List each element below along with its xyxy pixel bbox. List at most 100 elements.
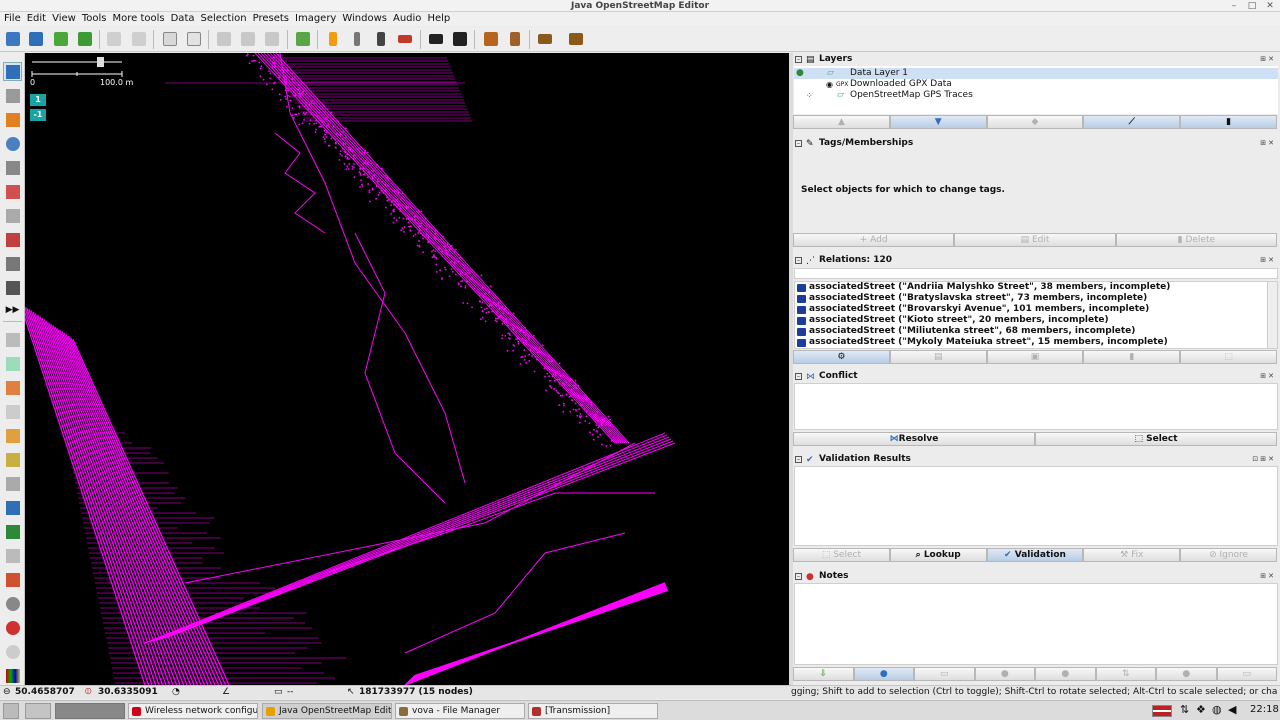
select-conflict-button[interactable]: ⬚ Select <box>1035 432 1277 446</box>
ignore-button[interactable]: ⊘ Ignore <box>1180 548 1277 562</box>
upload-notes-icon[interactable]: ● <box>1156 667 1217 681</box>
filter-toggle-icon[interactable] <box>3 474 22 493</box>
layer-order-badge-up[interactable]: 1 <box>30 94 46 106</box>
duplicate-relation-icon[interactable]: ▣ <box>987 350 1084 364</box>
changeset-icon[interactable] <box>3 594 22 613</box>
collapse-icon[interactable]: – <box>795 373 802 380</box>
validation-select-button[interactable]: ⬚ Select <box>793 548 890 562</box>
simplify-icon[interactable] <box>214 29 234 49</box>
close-icon[interactable]: ✕ <box>1264 0 1276 12</box>
relations-filter-input[interactable] <box>794 268 1278 279</box>
minimize-icon[interactable]: – <box>1228 0 1240 12</box>
relation-item[interactable]: associatedStreet ("Mykoly Mateiuka stree… <box>795 337 1277 348</box>
panel-window-controls-icon[interactable]: ⊞✕ <box>1260 570 1276 583</box>
warning-icon[interactable] <box>481 29 501 49</box>
draw-tool-icon[interactable] <box>3 110 22 129</box>
relation-item[interactable]: associatedStreet ("Brovarskyi Avenue", 1… <box>795 304 1277 315</box>
maximize-icon[interactable]: □ <box>1246 0 1258 12</box>
add-tag-button[interactable]: + Add <box>793 233 954 247</box>
zoom-tool-icon[interactable] <box>3 134 22 153</box>
workspace-switcher[interactable] <box>55 703 125 719</box>
delete-tag-button[interactable]: ▮ Delete <box>1116 233 1277 247</box>
collapse-icon[interactable]: – <box>795 56 802 63</box>
layer-visibility-icon[interactable]: ⟋ <box>1083 115 1180 129</box>
merge-nodes-icon[interactable] <box>238 29 258 49</box>
show-desktop-icon[interactable] <box>25 703 51 719</box>
task-transmission[interactable]: [Transmission] <box>528 703 658 719</box>
resolve-button[interactable]: ⋈Resolve <box>793 432 1035 446</box>
relations-scrollbar[interactable] <box>1267 282 1277 348</box>
car-icon[interactable] <box>426 29 446 49</box>
panel-window-controls-icon[interactable]: ⊞✕ <box>1260 254 1276 267</box>
notes-toggle-icon[interactable] <box>3 618 22 637</box>
menu-audio[interactable]: Audio <box>390 12 424 26</box>
delete-tool-icon[interactable] <box>3 158 22 177</box>
split-way-icon[interactable] <box>3 230 22 249</box>
validation-toggle-icon[interactable] <box>3 522 22 541</box>
preferences-icon[interactable] <box>160 29 180 49</box>
relations-panel-header[interactable]: – ⋰ Relations: 120 ⊞✕ <box>793 254 1278 267</box>
industrial-icon[interactable] <box>566 29 586 49</box>
sort-notes-icon[interactable]: ⇅ <box>1096 667 1157 681</box>
zoom-relation-icon[interactable]: ⚙ <box>793 350 890 364</box>
validation-panel-header[interactable]: – ✔ Validation Results ⊡⊞✕ <box>793 453 1278 466</box>
more-tools-chevron-icon[interactable]: ▶▶ <box>3 300 22 319</box>
close-note-icon[interactable]: ● <box>975 667 1036 681</box>
new-note-icon[interactable]: ● <box>854 667 915 681</box>
menu-more-tools[interactable]: More tools <box>109 12 167 26</box>
collapse-icon[interactable]: – <box>795 140 802 147</box>
improve-way-icon[interactable] <box>3 182 22 201</box>
layer-row[interactable]: ● ▱ Data Layer 1 <box>794 68 1278 79</box>
move-up-icon[interactable]: ▲ <box>793 115 890 129</box>
conflict-toggle-icon[interactable] <box>3 498 22 517</box>
select-relation-icon[interactable]: ⬚ <box>1180 350 1277 364</box>
relation-item[interactable]: associatedStreet ("Kioto street", 20 mem… <box>795 315 1277 326</box>
parallel-way-icon[interactable] <box>3 206 22 225</box>
menu-help[interactable]: Help <box>424 12 453 26</box>
delete-relation-icon[interactable]: ▮ <box>1083 350 1180 364</box>
download-icon[interactable] <box>75 29 95 49</box>
fix-button[interactable]: ⚒ Fix <box>1083 548 1180 562</box>
layer-row[interactable]: ⁘ ▱ OpenStreetMap GPS Traces <box>794 90 1278 101</box>
gpx-icon[interactable] <box>3 254 22 273</box>
notes-panel-header[interactable]: – ● Notes ⊞✕ <box>793 570 1278 583</box>
edit-tag-button[interactable]: ▤ Edit <box>954 233 1115 247</box>
volume-icon[interactable]: ◀ <box>1228 703 1236 716</box>
task-josm[interactable]: Java OpenStreetMap Editor <box>262 703 392 719</box>
lasso-tool-icon[interactable] <box>3 86 22 105</box>
relation-item[interactable]: associatedStreet ("Andriia Malyshko Stre… <box>795 282 1277 293</box>
menu-data[interactable]: Data <box>168 12 198 26</box>
relation-item[interactable]: associatedStreet ("Miliutenka street", 6… <box>795 326 1277 337</box>
menu-view[interactable]: View <box>49 12 79 26</box>
layer-order-badge-down[interactable]: -1 <box>30 109 46 121</box>
menu-windows[interactable]: Windows <box>339 12 390 26</box>
relation-toggle-icon[interactable] <box>3 378 22 397</box>
conflict-panel-header[interactable]: – ⋈ Conflict ⊞✕ <box>793 370 1278 383</box>
panel-window-controls-icon[interactable]: ⊡⊞✕ <box>1252 453 1276 466</box>
merge-layers-icon[interactable]: ◆ <box>987 115 1084 129</box>
panel-window-controls-icon[interactable]: ⊞✕ <box>1260 137 1276 150</box>
traffic-signal-icon[interactable] <box>371 29 391 49</box>
layers-toggle-icon[interactable] <box>3 330 22 349</box>
menu-tools[interactable]: Tools <box>79 12 110 26</box>
lookup-button[interactable]: ⌕ Lookup <box>890 548 987 562</box>
upload-icon[interactable] <box>51 29 71 49</box>
barrier-icon[interactable] <box>395 29 415 49</box>
menu-file[interactable]: File <box>0 12 24 26</box>
reopen-note-icon[interactable]: ● <box>1035 667 1096 681</box>
sync-icon[interactable]: ◍ <box>1212 703 1222 716</box>
film-icon[interactable] <box>3 278 22 297</box>
move-handle-icon[interactable]: ⁘ <box>806 90 813 101</box>
select-tool-icon[interactable] <box>3 62 22 81</box>
redo-icon[interactable] <box>129 29 149 49</box>
network-icon[interactable]: ⇅ <box>1180 703 1189 716</box>
menu-edit[interactable]: Edit <box>24 12 49 26</box>
collapse-icon[interactable]: – <box>795 456 802 463</box>
undo-icon[interactable] <box>104 29 124 49</box>
tags-toggle-icon[interactable] <box>3 354 22 373</box>
wireframe-icon[interactable] <box>293 29 313 49</box>
color-bars-icon[interactable] <box>3 666 22 685</box>
restaurant-icon[interactable] <box>505 29 525 49</box>
street-lamp-icon[interactable] <box>323 29 343 49</box>
layer-row[interactable]: ◉ GPX Downloaded GPX Data <box>794 79 1278 90</box>
